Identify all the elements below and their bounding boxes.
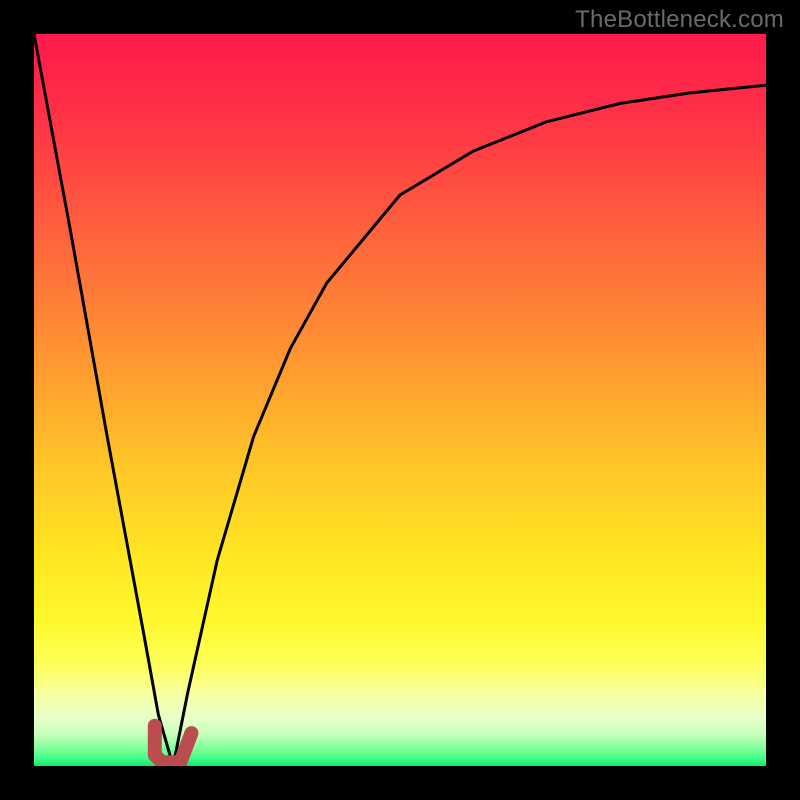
line-right bbox=[173, 85, 766, 766]
j-marker bbox=[155, 726, 192, 763]
outer-frame: TheBottleneck.com bbox=[0, 0, 800, 800]
watermark-text: TheBottleneck.com bbox=[575, 6, 784, 34]
line-left bbox=[34, 34, 173, 766]
curve-layer bbox=[34, 34, 766, 766]
plot-area bbox=[34, 34, 766, 766]
